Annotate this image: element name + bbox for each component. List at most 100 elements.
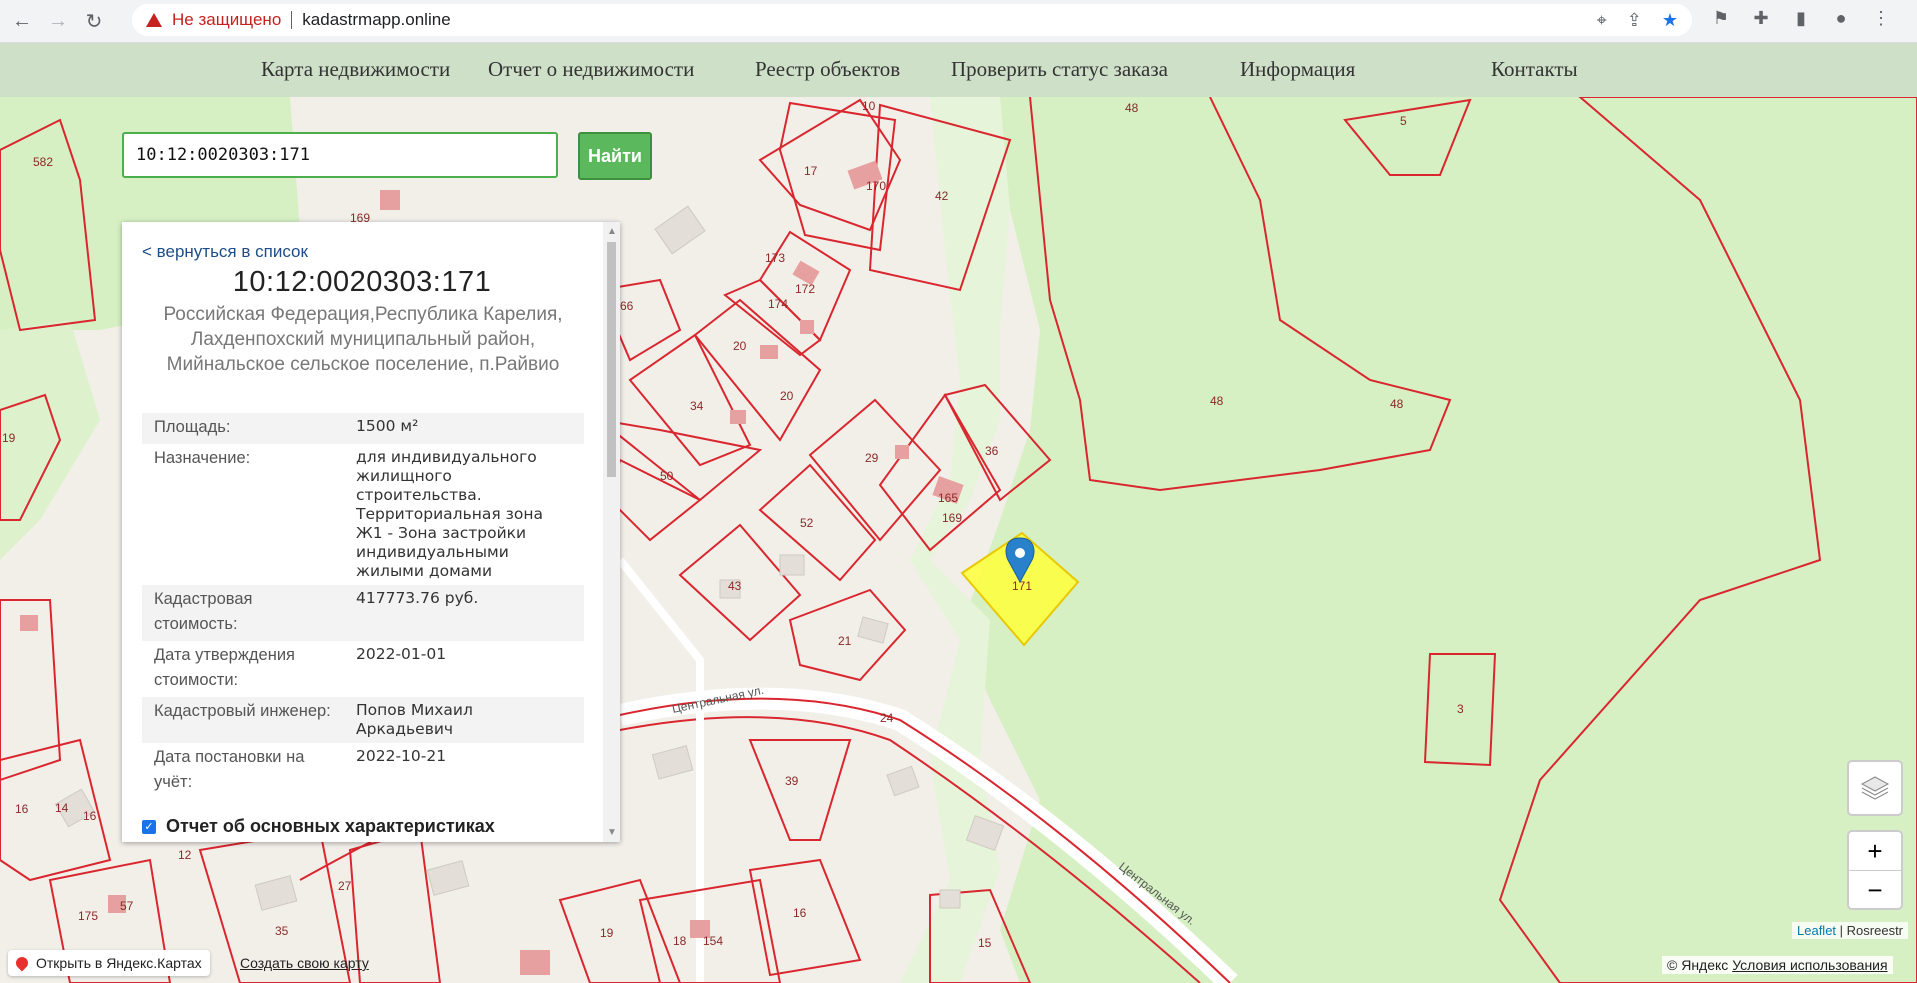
- share-icon[interactable]: ⇪: [1627, 10, 1642, 31]
- property-value: 2022-01-01: [356, 645, 447, 663]
- map-label: 173: [765, 251, 785, 265]
- map-label: 3: [1457, 702, 1464, 716]
- yandex-pin-icon: [13, 954, 31, 972]
- table-row: Назначение: для индивидуального жилищног…: [142, 444, 584, 585]
- puzzle-icon[interactable]: ✚: [1750, 8, 1772, 29]
- zoom-control: + −: [1847, 830, 1903, 910]
- properties-table: Площадь: 1500 м² Назначение: для индивид…: [142, 413, 584, 799]
- menu-item-order-status[interactable]: Проверить статус заказа: [951, 57, 1168, 82]
- property-key: Дата постановки на учёт:: [154, 748, 305, 791]
- menu-item-contacts[interactable]: Контакты: [1491, 57, 1578, 82]
- map-label: 35: [275, 924, 289, 938]
- profile-avatar-icon[interactable]: ●: [1830, 8, 1852, 29]
- scroll-down-icon[interactable]: ▼: [607, 827, 617, 838]
- property-value: 2022-10-21: [356, 747, 447, 765]
- forward-arrow-icon[interactable]: →: [44, 7, 72, 35]
- table-row: Кадастровый инженер: Попов Михаил Аркадь…: [142, 697, 584, 743]
- table-row: Кадастровая стоимость: 417773.76 руб.: [142, 585, 584, 641]
- map-label: 16: [793, 906, 807, 920]
- map-label: 19: [2, 431, 16, 445]
- leaflet-attribution: Leaflet | Rosreestr: [1792, 922, 1909, 939]
- terms-link[interactable]: Условия использования: [1732, 957, 1887, 973]
- menu-item-property-report[interactable]: Отчет о недвижимости: [488, 57, 694, 82]
- property-key: Кадастровая стоимость:: [142, 585, 344, 641]
- map-label: 154: [703, 934, 723, 948]
- report-label: Отчет об основных характеристиках: [166, 816, 495, 836]
- menu-item-property-map[interactable]: Карта недвижимости: [261, 57, 450, 82]
- report-checkbox[interactable]: ✓: [142, 819, 156, 834]
- map-label: 19: [600, 926, 614, 940]
- property-value: 417773.76 руб.: [344, 585, 584, 641]
- location-icon[interactable]: ⌖: [1597, 10, 1607, 31]
- object-info-panel: < вернуться в список 10:12:0020303:171 Р…: [122, 222, 620, 842]
- back-to-list-link[interactable]: < вернуться в список: [142, 242, 308, 262]
- bookmark-star-icon[interactable]: ★: [1662, 10, 1678, 31]
- forest-area: [960, 97, 1917, 983]
- layers-button[interactable]: [1847, 760, 1903, 816]
- property-value: Попов Михаил Аркадьевич: [344, 697, 584, 743]
- map-label: 24: [880, 711, 894, 725]
- url-text[interactable]: kadastrmapp.online: [302, 10, 450, 30]
- property-key: Дата утверждения стоимости:: [154, 646, 295, 689]
- map-label: 172: [795, 282, 815, 296]
- map-label: 66: [620, 299, 634, 313]
- map-label: 169: [942, 511, 962, 525]
- warning-icon: [146, 13, 162, 27]
- reload-icon[interactable]: ↻: [80, 7, 108, 35]
- insecure-label: Не защищено: [172, 10, 282, 29]
- map-label: 48: [1210, 394, 1224, 408]
- leaflet-link[interactable]: Leaflet: [1797, 923, 1836, 938]
- map-label: 582: [33, 155, 53, 169]
- map-label: 170: [866, 179, 886, 193]
- map-label: 10: [862, 99, 876, 113]
- map-label: 57: [120, 899, 134, 913]
- map-label: 175: [78, 909, 98, 923]
- zoom-out-button[interactable]: −: [1849, 871, 1901, 909]
- zoom-in-button[interactable]: +: [1849, 832, 1901, 871]
- cadastral-search-input[interactable]: [122, 132, 558, 178]
- sidepanel-icon[interactable]: ▮: [1790, 8, 1812, 29]
- scroll-up-icon[interactable]: ▲: [607, 226, 617, 237]
- scrollbar-thumb[interactable]: [607, 242, 616, 477]
- menu-item-object-registry[interactable]: Реестр объектов: [755, 57, 900, 82]
- map-label: 36: [985, 444, 999, 458]
- yandex-copyright: © Яндекс: [1667, 957, 1729, 973]
- map-label: 50: [660, 469, 674, 483]
- property-key: Назначение:: [154, 449, 251, 467]
- property-key: Кадастровый инженер:: [142, 697, 344, 743]
- create-map-link[interactable]: Создать свою карту: [240, 955, 369, 971]
- property-value: 1500 м²: [344, 413, 584, 444]
- map-label: 20: [733, 339, 747, 353]
- map-label: 16: [83, 809, 97, 823]
- table-row: Дата постановки на учёт: 2022-10-21: [142, 743, 584, 799]
- map-label: 48: [1125, 101, 1139, 115]
- address-bar[interactable]: Не защищено kadastrmapp.online ⌖ ⇪ ★: [132, 4, 1692, 36]
- map-label: 34: [690, 399, 704, 413]
- site-menu: Карта недвижимости Отчет о недвижимости …: [0, 43, 1917, 98]
- property-value: для индивидуального жилищного строительс…: [356, 448, 543, 580]
- map-label: 174: [768, 297, 788, 311]
- open-in-yandex-button[interactable]: Открыть в Яндекс.Картах: [8, 950, 210, 976]
- map-label: 21: [838, 634, 852, 648]
- back-arrow-icon[interactable]: ←: [8, 7, 36, 35]
- map-label: 39: [785, 774, 799, 788]
- panel-scrollbar[interactable]: ▲ ▼: [603, 222, 620, 842]
- map-label: 27: [338, 879, 352, 893]
- map-label: 16: [15, 802, 29, 816]
- report-option[interactable]: ✓ Отчет об основных характеристиках: [142, 816, 495, 837]
- map-label: 5: [1400, 114, 1407, 128]
- map-label: 29: [865, 451, 879, 465]
- extension-icon[interactable]: ⚑: [1710, 8, 1732, 29]
- property-key: Площадь:: [142, 413, 344, 444]
- object-address: Российская Федерация,Республика Карелия,…: [163, 304, 563, 375]
- map-label: 48: [1390, 397, 1404, 411]
- map-label: 42: [935, 189, 949, 203]
- open-in-yandex-label: Открыть в Яндекс.Картах: [36, 955, 202, 971]
- search-button[interactable]: Найти: [578, 132, 652, 180]
- map-label: 20: [780, 389, 794, 403]
- menu-kebab-icon[interactable]: ⋮: [1870, 8, 1892, 29]
- browser-toolbar: ← → ↻ Не защищено kadastrmapp.online ⌖ ⇪…: [0, 0, 1917, 43]
- menu-item-information[interactable]: Информация: [1240, 57, 1355, 82]
- map-label: 14: [55, 801, 69, 815]
- map-label: 165: [938, 491, 958, 505]
